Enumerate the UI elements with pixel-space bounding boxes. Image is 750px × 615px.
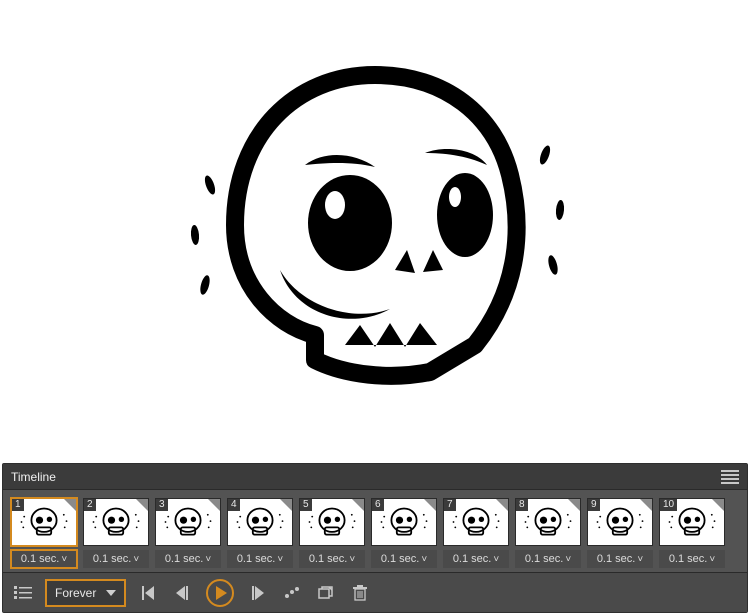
frame-delay-label: 0.1 sec. — [237, 553, 276, 565]
frame-delay-label: 0.1 sec. — [669, 553, 708, 565]
frame-thumb[interactable]: 9 — [587, 498, 653, 546]
loop-mode-label: Forever — [55, 586, 96, 600]
skull-drawing — [175, 45, 575, 405]
frame-thumb[interactable]: 3 — [155, 498, 221, 546]
frame-thumb[interactable]: 2 — [83, 498, 149, 546]
frame-number: 5 — [300, 499, 312, 511]
frame-delay-label: 0.1 sec. — [21, 553, 60, 565]
frame-thumbnail[interactable]: 8 0.1 sec.˅ — [515, 498, 581, 568]
frame-thumbnail[interactable]: 4 0.1 sec.˅ — [227, 498, 293, 568]
chevron-down-icon: ˅ — [421, 554, 427, 565]
frame-thumbnail[interactable]: 1 0.1 sec.˅ — [11, 498, 77, 568]
frame-delay-dropdown[interactable]: 0.1 sec.˅ — [155, 550, 221, 568]
frame-thumb[interactable]: 5 — [299, 498, 365, 546]
frame-delay-dropdown[interactable]: 0.1 sec.˅ — [227, 550, 293, 568]
timeline-controls: Forever — [3, 572, 747, 612]
frame-number: 8 — [516, 499, 528, 511]
play-icon — [216, 586, 227, 600]
frame-dogear-icon — [640, 499, 652, 511]
chevron-down-icon: ˅ — [205, 554, 211, 565]
chevron-down-icon: ˅ — [493, 554, 499, 565]
frame-dogear-icon — [424, 499, 436, 511]
convert-timeline-icon[interactable] — [13, 583, 33, 603]
panel-menu-icon[interactable] — [721, 470, 739, 484]
timeline-header: Timeline — [3, 464, 747, 490]
next-frame-button[interactable] — [248, 583, 268, 603]
timeline-panel: Timeline 1 0.1 sec.˅ 2 0.1 sec. — [2, 463, 748, 613]
frame-thumb[interactable]: 1 — [11, 498, 77, 546]
timeline-title: Timeline — [11, 470, 56, 484]
frame-number: 3 — [156, 499, 168, 511]
frame-delay-dropdown[interactable]: 0.1 sec.˅ — [83, 550, 149, 568]
duplicate-frame-button[interactable] — [316, 583, 336, 603]
frame-number: 2 — [84, 499, 96, 511]
first-frame-button[interactable] — [138, 583, 158, 603]
chevron-down-icon: ˅ — [637, 554, 643, 565]
frame-dogear-icon — [280, 499, 292, 511]
frame-delay-label: 0.1 sec. — [93, 553, 132, 565]
frame-thumbnail[interactable]: 6 0.1 sec.˅ — [371, 498, 437, 568]
frame-number: 6 — [372, 499, 384, 511]
frame-thumbnail[interactable]: 2 0.1 sec.˅ — [83, 498, 149, 568]
frame-delay-dropdown[interactable]: 0.1 sec.˅ — [659, 550, 725, 568]
delete-frame-button[interactable] — [350, 583, 370, 603]
frames-strip: 1 0.1 sec.˅ 2 0.1 sec.˅ 3 — [3, 490, 747, 572]
frame-dogear-icon — [496, 499, 508, 511]
frame-number: 4 — [228, 499, 240, 511]
frame-delay-dropdown[interactable]: 0.1 sec.˅ — [587, 550, 653, 568]
loop-mode-select[interactable]: Forever — [47, 581, 124, 605]
frame-delay-label: 0.1 sec. — [165, 553, 204, 565]
frame-dogear-icon — [568, 499, 580, 511]
frame-delay-label: 0.1 sec. — [453, 553, 492, 565]
frame-number: 9 — [588, 499, 600, 511]
chevron-down-icon: ˅ — [133, 554, 139, 565]
frame-thumbnail[interactable]: 3 0.1 sec.˅ — [155, 498, 221, 568]
frame-thumb[interactable]: 10 — [659, 498, 725, 546]
chevron-down-icon: ˅ — [277, 554, 283, 565]
frame-delay-label: 0.1 sec. — [309, 553, 348, 565]
frame-delay-dropdown[interactable]: 0.1 sec.˅ — [299, 550, 365, 568]
frame-thumb[interactable]: 7 — [443, 498, 509, 546]
frame-dogear-icon — [208, 499, 220, 511]
frame-delay-label: 0.1 sec. — [525, 553, 564, 565]
frame-number: 1 — [12, 499, 24, 511]
chevron-down-icon: ˅ — [565, 554, 571, 565]
canvas-area[interactable] — [0, 0, 750, 450]
chevron-down-icon — [106, 590, 116, 596]
frame-delay-dropdown[interactable]: 0.1 sec.˅ — [515, 550, 581, 568]
frame-number: 7 — [444, 499, 456, 511]
previous-frame-button[interactable] — [172, 583, 192, 603]
frame-delay-dropdown[interactable]: 0.1 sec.˅ — [443, 550, 509, 568]
frame-thumbnail[interactable]: 9 0.1 sec.˅ — [587, 498, 653, 568]
chevron-down-icon: ˅ — [349, 554, 355, 565]
frame-delay-dropdown[interactable]: 0.1 sec.˅ — [371, 550, 437, 568]
tween-button[interactable] — [282, 583, 302, 603]
frame-number: 10 — [660, 499, 677, 511]
chevron-down-icon: ˅ — [709, 554, 715, 565]
chevron-down-icon: ˅ — [61, 554, 67, 565]
frame-dogear-icon — [352, 499, 364, 511]
frame-thumbnail[interactable]: 7 0.1 sec.˅ — [443, 498, 509, 568]
frame-dogear-icon — [64, 499, 76, 511]
frame-thumb[interactable]: 8 — [515, 498, 581, 546]
frame-thumb[interactable]: 4 — [227, 498, 293, 546]
frame-dogear-icon — [712, 499, 724, 511]
frame-thumbnail[interactable]: 5 0.1 sec.˅ — [299, 498, 365, 568]
frame-delay-label: 0.1 sec. — [597, 553, 636, 565]
play-button[interactable] — [206, 579, 234, 607]
frame-dogear-icon — [136, 499, 148, 511]
frame-thumbnail[interactable]: 10 0.1 sec.˅ — [659, 498, 725, 568]
frame-delay-dropdown[interactable]: 0.1 sec.˅ — [11, 550, 77, 568]
frame-delay-label: 0.1 sec. — [381, 553, 420, 565]
frame-thumb[interactable]: 6 — [371, 498, 437, 546]
